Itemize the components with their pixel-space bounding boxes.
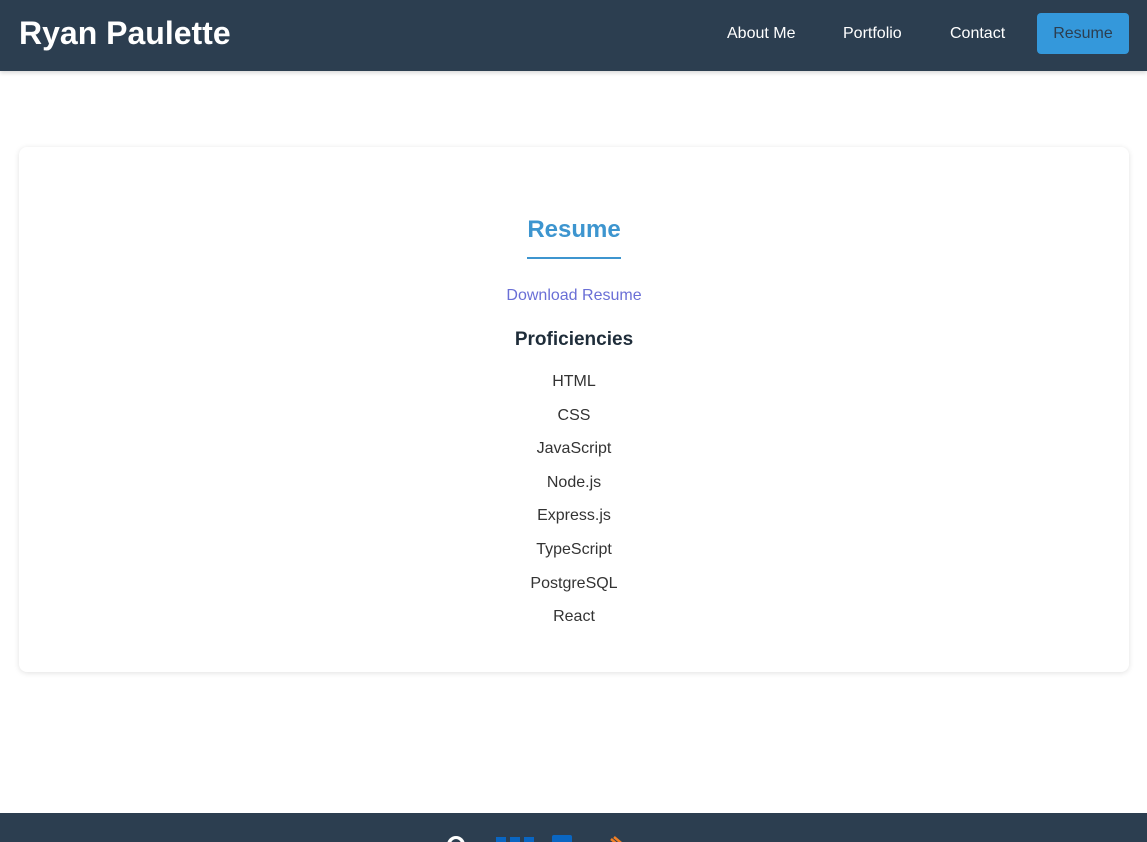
stack-overflow-icon[interactable]	[608, 835, 628, 842]
site-footer	[0, 813, 1147, 842]
proficiency-item: HTML	[552, 373, 596, 390]
proficiency-item: CSS	[557, 406, 591, 424]
site-header: Ryan Paulette About Me Portfolio Contact…	[0, 0, 1147, 71]
proficiency-item: PostgreSQL	[530, 574, 618, 592]
proficiency-item: React	[553, 608, 595, 626]
nav-resume-active[interactable]: Resume	[1037, 13, 1129, 54]
nav-about-me[interactable]: About Me	[727, 13, 795, 54]
proficiencies-list: HTML CSS JavaScript Node.js Express.js T…	[19, 372, 1129, 641]
proficiency-item: Node.js	[546, 473, 602, 491]
nav-portfolio[interactable]: Portfolio	[843, 13, 902, 54]
proficiency-item: Express.js	[537, 507, 611, 525]
resume-card: Resume Download Resume Proficiencies HTM…	[19, 147, 1129, 672]
download-resume-link[interactable]: Download Resume	[19, 286, 1129, 306]
title-underline	[527, 257, 621, 259]
site-brand[interactable]: Ryan Paulette	[19, 13, 231, 53]
github-icon[interactable]	[446, 835, 466, 842]
proficiency-item: TypeScript	[536, 540, 612, 558]
nav-contact[interactable]: Contact	[950, 13, 1005, 54]
linkedin-icon[interactable]	[496, 835, 576, 842]
page-title: Resume	[527, 216, 621, 243]
proficiency-item: JavaScript	[536, 440, 612, 458]
proficiencies-heading: Proficiencies	[514, 329, 634, 350]
